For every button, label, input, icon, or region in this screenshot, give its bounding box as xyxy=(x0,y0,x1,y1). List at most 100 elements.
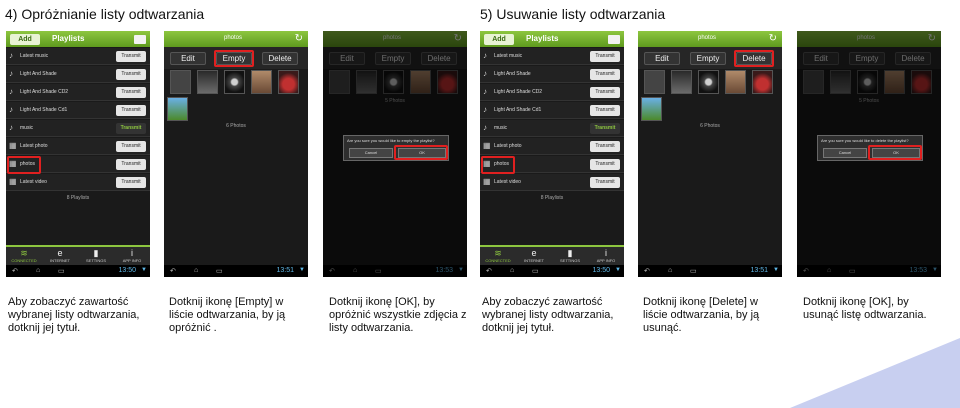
transmit-button[interactable]: Transmit xyxy=(590,69,620,80)
playlist-row[interactable]: ▦ Latest photo Transmit xyxy=(6,138,150,155)
photo-thumbnail[interactable] xyxy=(644,70,665,94)
playlist-row[interactable]: ♪ music Transmit xyxy=(480,120,624,137)
nav-item[interactable]: e INTERNET xyxy=(42,248,78,266)
folder-icon[interactable] xyxy=(134,35,146,44)
delete-button[interactable]: Delete xyxy=(262,52,298,65)
photos-header: photos ↻ xyxy=(638,31,782,47)
clock: 13:50 xyxy=(592,267,610,274)
photo-thumbnail[interactable] xyxy=(671,70,692,94)
info-icon: i xyxy=(131,248,133,258)
home-icon[interactable]: ⌂ xyxy=(194,267,198,274)
transmit-button[interactable]: Transmit xyxy=(590,87,620,98)
photo-thumbnail[interactable] xyxy=(725,70,746,94)
section-title-empty: 4) Opróżnianie listy odtwarzania xyxy=(5,6,205,22)
refresh-icon[interactable]: ↻ xyxy=(769,33,777,44)
tablet-screenshot: photos ↻ Edit Empty Delete 6 Photos ↶ ⌂ ▭ 13:51 ▼ xyxy=(638,31,782,277)
transmit-button[interactable]: Transmit xyxy=(116,159,146,170)
music-note-icon: ♪ xyxy=(9,105,13,114)
transmit-button[interactable]: Transmit xyxy=(116,123,146,134)
photo-thumbnail[interactable] xyxy=(167,97,188,121)
add-button[interactable]: Add xyxy=(484,34,514,45)
transmit-button[interactable]: Transmit xyxy=(116,69,146,80)
playlists-header: Add Playlists xyxy=(6,31,150,47)
home-icon[interactable]: ⌂ xyxy=(36,267,40,274)
bottom-navigation: ≋ CONNECTED e INTERNET ▮ SETTINGS i APP INFO xyxy=(480,245,624,265)
playlist-row[interactable]: ▦ Latest video Transmit xyxy=(6,174,150,191)
photo-thumbnail[interactable] xyxy=(197,70,218,94)
playlist-row[interactable]: ♪ Light And Shade CD2 Transmit xyxy=(480,84,624,101)
transmit-button[interactable]: Transmit xyxy=(590,177,620,188)
nav-item[interactable]: ≋ CONNECTED xyxy=(480,248,516,266)
transmit-button[interactable]: Transmit xyxy=(116,141,146,152)
nav-item[interactable]: e INTERNET xyxy=(516,248,552,266)
transmit-button[interactable]: Transmit xyxy=(116,87,146,98)
music-note-icon: ♪ xyxy=(483,51,487,60)
playlist-name: Latest photo xyxy=(20,143,48,149)
nav-item[interactable]: i APP INFO xyxy=(114,248,150,266)
transmit-button[interactable]: Transmit xyxy=(116,51,146,62)
info-icon: i xyxy=(605,248,607,258)
back-icon[interactable]: ↶ xyxy=(170,267,176,275)
playlist-row[interactable]: ♪ Latest music Transmit xyxy=(6,48,150,65)
back-icon[interactable]: ↶ xyxy=(12,267,18,275)
nav-item[interactable]: i APP INFO xyxy=(588,248,624,266)
photo-thumbnail[interactable] xyxy=(752,70,773,94)
internet-icon: e xyxy=(531,248,537,258)
transmit-button[interactable]: Transmit xyxy=(590,51,620,62)
clock: 13:50 xyxy=(118,267,136,274)
home-icon[interactable]: ⌂ xyxy=(510,267,514,274)
photo-thumbnail[interactable] xyxy=(251,70,272,94)
playlist-row[interactable]: ♪ music Transmit xyxy=(6,120,150,137)
transmit-button[interactable]: Transmit xyxy=(590,105,620,116)
caption-5: Dotknij ikonę [Delete] w liście odtwarza… xyxy=(643,296,760,334)
playlist-row[interactable]: ♪ Light And Shade CD2 Transmit xyxy=(6,84,150,101)
photo-thumbnail[interactable] xyxy=(641,97,662,121)
back-icon[interactable]: ↶ xyxy=(486,267,492,275)
music-note-icon: ♪ xyxy=(483,87,487,96)
cancel-button[interactable]: Cancel xyxy=(349,148,393,158)
transmit-button[interactable]: Transmit xyxy=(590,159,620,170)
photo-thumbnail[interactable] xyxy=(224,70,245,94)
transmit-button[interactable]: Transmit xyxy=(590,123,620,134)
highlight-box xyxy=(481,156,515,174)
empty-button[interactable]: Empty xyxy=(690,52,726,65)
playlist-row[interactable]: ♪ Light And Shade Cd1 Transmit xyxy=(480,102,624,119)
system-bar: ↶ ⌂ ▭ 13:51 ▼ xyxy=(638,265,782,277)
photo-thumbnail[interactable] xyxy=(698,70,719,94)
transmit-button[interactable]: Transmit xyxy=(590,141,620,152)
nav-label: INTERNET xyxy=(50,258,70,263)
photo-count: 6 Photos xyxy=(700,123,720,129)
nav-item[interactable]: ≋ CONNECTED xyxy=(6,248,42,266)
photo-thumbnails xyxy=(164,69,308,95)
music-note-icon: ♪ xyxy=(9,69,13,78)
refresh-icon[interactable]: ↻ xyxy=(295,33,303,44)
playlist-name: Light And Shade Cd1 xyxy=(20,107,68,113)
playlist-row[interactable]: ♪ Light And Shade Transmit xyxy=(6,66,150,83)
recent-apps-icon[interactable]: ▭ xyxy=(216,267,223,275)
home-icon[interactable]: ⌂ xyxy=(668,267,672,274)
edit-button[interactable]: Edit xyxy=(170,52,206,65)
transmit-button[interactable]: Transmit xyxy=(116,177,146,188)
nav-item[interactable]: ▮ SETTINGS xyxy=(78,248,114,266)
photo-count: 6 Photos xyxy=(226,123,246,129)
nav-item[interactable]: ▮ SETTINGS xyxy=(552,248,588,266)
playlist-row[interactable]: ♪ Light And Shade Cd1 Transmit xyxy=(6,102,150,119)
playlist-row[interactable]: ♪ Light And Shade Transmit xyxy=(480,66,624,83)
playlist-row[interactable]: ♪ Latest music Transmit xyxy=(480,48,624,65)
recent-apps-icon[interactable]: ▭ xyxy=(532,267,539,275)
back-icon[interactable]: ↶ xyxy=(644,267,650,275)
transmit-button[interactable]: Transmit xyxy=(116,105,146,116)
photo-thumbnail[interactable] xyxy=(170,70,191,94)
header-title: photos xyxy=(698,35,717,41)
recent-apps-icon[interactable]: ▭ xyxy=(690,267,697,275)
add-button[interactable]: Add xyxy=(10,34,40,45)
edit-button[interactable]: Edit xyxy=(644,52,680,65)
caption-2: Dotknij ikonę [Empty] w liście odtwarzan… xyxy=(169,296,286,334)
cancel-button[interactable]: Cancel xyxy=(823,148,867,158)
photo-thumbnail[interactable] xyxy=(278,70,299,94)
playlist-row[interactable]: ▦ Latest photo Transmit xyxy=(480,138,624,155)
playlist-row[interactable]: ▦ Latest video Transmit xyxy=(480,174,624,191)
folder-icon[interactable] xyxy=(608,35,620,44)
tablet-screenshot: Add Playlists ♪ Latest music Transmit ♪ Light … xyxy=(480,31,624,277)
recent-apps-icon[interactable]: ▭ xyxy=(58,267,65,275)
